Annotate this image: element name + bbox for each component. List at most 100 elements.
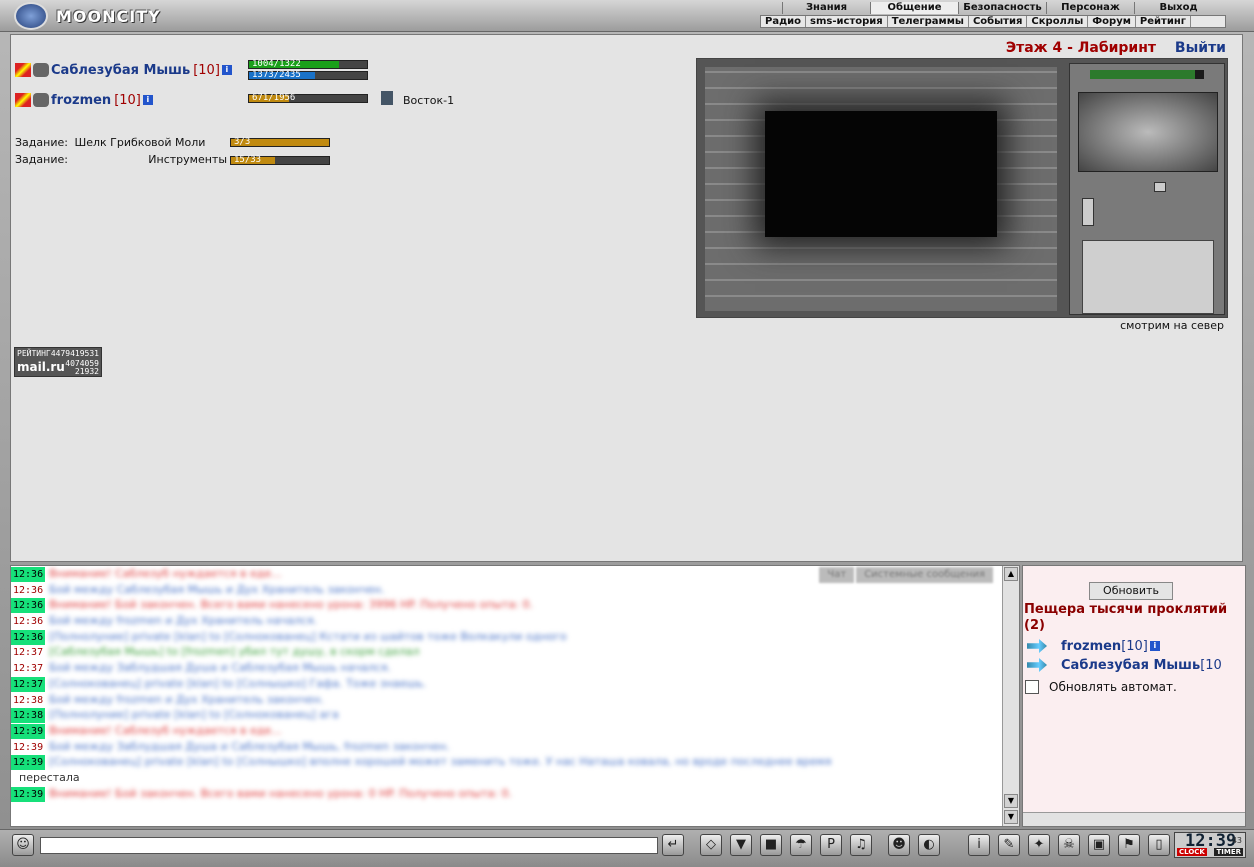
chat-message[interactable]: [Солнокованец] private [klan] to [Солныш…: [49, 754, 831, 769]
submenu-rating[interactable]: Рейтинг: [1136, 16, 1191, 27]
room-name: Пещера тысячи проклятий (2): [1024, 602, 1228, 633]
submenu-forum[interactable]: Форум: [1088, 16, 1136, 27]
chat-timestamp: 12:37: [11, 676, 46, 692]
scroll-down-icon[interactable]: ▼: [1004, 794, 1018, 808]
chat-message[interactable]: перестала: [19, 770, 80, 785]
menu-item-security[interactable]: Безопасность: [958, 2, 1046, 14]
chat-line: 12:38 [Полнолуние] private [klan] to [Сол…: [11, 707, 1001, 724]
arrow-icon[interactable]: [1027, 658, 1047, 672]
room-person[interactable]: frozmen [10] i: [1027, 638, 1162, 654]
chat-message[interactable]: Внимание! Саблезуб нуждается в еде...: [49, 723, 282, 738]
creature-icon[interactable]: ✦: [1028, 834, 1050, 856]
smile-icon[interactable]: ☻: [888, 834, 910, 856]
send-icon[interactable]: ↵: [662, 834, 684, 856]
gift-icon[interactable]: ▣: [1088, 834, 1110, 856]
menu-item-character[interactable]: Персонаж: [1046, 2, 1134, 14]
map-position: Восток-1: [403, 94, 455, 107]
player-name[interactable]: Саблезубая Мышь: [51, 63, 190, 78]
menu-item-communication[interactable]: Общение: [870, 2, 958, 14]
info-icon[interactable]: i: [142, 95, 153, 105]
submenu-sms-history[interactable]: sms-история: [806, 16, 888, 27]
player-name[interactable]: frozmen: [51, 93, 111, 108]
skull-icon[interactable]: ☠: [1058, 834, 1080, 856]
filter-icon[interactable]: ▼: [730, 834, 752, 856]
clock-widget[interactable]: 12:39 43 CLOCK TIMER: [1174, 831, 1246, 858]
chat-line: 12:36 Бой между frozmen и Дух Хранитель н…: [11, 613, 1001, 629]
chat-log[interactable]: 12:36 Внимание! Саблезуб нуждается в еде.…: [10, 565, 1020, 827]
player-row[interactable]: Саблезубая Мышь [10] i: [15, 62, 234, 78]
chat-lines: 12:36 Внимание! Саблезуб нуждается в еде.…: [11, 566, 1001, 802]
arrow-icon[interactable]: [1027, 639, 1047, 653]
sword-icon[interactable]: [15, 93, 31, 107]
chat-input[interactable]: [40, 837, 658, 854]
chat-message[interactable]: Бой между Заблудшая Душа и Саблезубая Мы…: [49, 660, 391, 675]
scroll-tool-icon[interactable]: ✎: [998, 834, 1020, 856]
chat-line: 12:37 Бой между Заблудшая Душа и Саблезуб…: [11, 660, 1001, 676]
private-icon[interactable]: P: [820, 834, 842, 856]
clock-button[interactable]: CLOCK: [1177, 848, 1207, 856]
room-scrollbar[interactable]: [1023, 812, 1245, 826]
menu-item-knowledge[interactable]: Знания: [782, 2, 870, 14]
step-button[interactable]: [1154, 182, 1166, 192]
rating-counter[interactable]: РЕЙТИНГ mail.ru 4479419531 4074059 21932: [14, 347, 102, 377]
helmet-icon[interactable]: ◐: [918, 834, 940, 856]
person-name[interactable]: frozmen: [1061, 639, 1121, 654]
person-name[interactable]: Саблезубая Мышь: [1061, 658, 1200, 673]
xp-text: 671/1956: [252, 93, 296, 103]
moon-seal-icon: [14, 2, 48, 30]
save-icon[interactable]: ■: [760, 834, 782, 856]
sword-icon[interactable]: [15, 63, 31, 77]
chat-timestamp: 12:36: [11, 567, 46, 582]
chat-message[interactable]: Бой между Заблудшая Душа и Саблезубая Мы…: [49, 739, 450, 754]
refresh-button[interactable]: Обновить: [1089, 582, 1173, 600]
submenu-events[interactable]: События: [969, 16, 1028, 27]
chat-message[interactable]: Бой между frozmen и Дух Хранитель началс…: [49, 613, 317, 628]
tab-chat[interactable]: Чат: [819, 567, 855, 583]
chat-timestamp: 12:37: [13, 647, 44, 659]
auto-refresh-checkbox[interactable]: [1025, 680, 1039, 694]
counter-brand: mail.ru: [17, 360, 65, 374]
dungeon-view[interactable]: [696, 58, 1228, 318]
chat-message[interactable]: Внимание! Бой закончен. Всего вами нанес…: [49, 597, 533, 612]
tab-system-messages[interactable]: Системные сообщения: [856, 567, 993, 583]
info-icon[interactable]: i: [1149, 641, 1160, 651]
corridor-view[interactable]: [705, 67, 1057, 311]
scroll-down-icon[interactable]: ▼: [1004, 810, 1018, 824]
turn-left-button[interactable]: [1082, 198, 1094, 226]
scroll-up-icon[interactable]: ▲: [1004, 567, 1018, 581]
info-tool-icon[interactable]: i: [968, 834, 990, 856]
exit-door-icon[interactable]: ▯: [1148, 834, 1170, 856]
submenu-telegrams[interactable]: Телеграммы: [888, 16, 969, 27]
run-icon[interactable]: ☂: [790, 834, 812, 856]
exit-link[interactable]: Выйти: [1175, 40, 1226, 56]
submenu-scrolls[interactable]: Скроллы: [1027, 16, 1089, 27]
eraser-icon[interactable]: ◇: [700, 834, 722, 856]
smile-head-icon[interactable]: ☺: [12, 834, 34, 856]
game-window: MOONCITY Знания Общение Безопасность Пер…: [0, 0, 1254, 867]
xp-bar: 671/1956: [248, 94, 368, 103]
view-direction: смотрим на север: [1120, 319, 1224, 332]
chat-timestamp: 12:37: [13, 663, 44, 675]
chat-message[interactable]: [Солнокованец] private [klan] to [Солныш…: [49, 676, 426, 691]
chat-message[interactable]: Внимание! Бой закончен. Всего вами нанес…: [49, 786, 512, 801]
auto-refresh[interactable]: Обновлять автомат.: [1025, 680, 1177, 694]
chat-message[interactable]: [Полнолуние] private [klan] to [Солноков…: [49, 629, 567, 644]
timer-button[interactable]: TIMER: [1214, 848, 1243, 856]
player-row[interactable]: frozmen [10] i: [15, 92, 155, 108]
info-icon[interactable]: i: [221, 65, 232, 75]
chat-line: 12:39 Внимание! Бой закончен. Всего вами …: [11, 786, 1001, 802]
chat-message[interactable]: [Полнолуние] private [klan] to [Солноков…: [49, 707, 339, 722]
chat-message[interactable]: [Саблезубая Мышь] to [frozmen] убил тут …: [49, 644, 419, 659]
counter-value: 21932: [74, 367, 99, 376]
movement-compass[interactable]: [1078, 92, 1218, 172]
chat-message[interactable]: Бой между frozmen и Дух Хранитель законч…: [49, 692, 324, 707]
music-icon[interactable]: ♫: [850, 834, 872, 856]
menu-item-exit[interactable]: Выход: [1134, 2, 1222, 14]
chat-message[interactable]: Внимание! Саблезуб нуждается в еде...: [49, 566, 282, 581]
main-panel: Этаж 4 - Лабиринт Выйти Саблезубая Мышь …: [10, 34, 1243, 562]
flag-icon[interactable]: ⚑: [1118, 834, 1140, 856]
room-person[interactable]: Саблезубая Мышь [10: [1027, 657, 1222, 673]
chat-message[interactable]: Бой между Саблезубая Мышь и Дух Хранител…: [49, 582, 384, 597]
submenu-radio[interactable]: Радио: [761, 16, 807, 27]
chat-scrollbar[interactable]: ▲ ▼ ▼: [1002, 566, 1019, 826]
